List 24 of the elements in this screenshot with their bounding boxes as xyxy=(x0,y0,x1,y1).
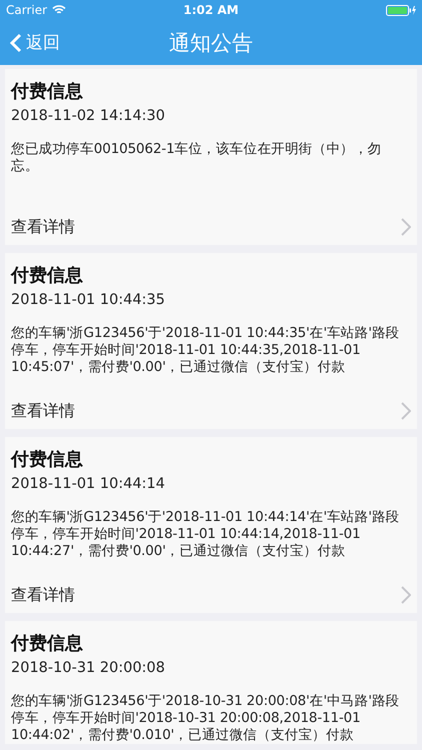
notice-date: 2018-11-01 10:44:35 xyxy=(11,291,165,309)
carrier-label: Carrier xyxy=(6,3,48,17)
details-link[interactable]: 查看详情 xyxy=(11,216,75,238)
notice-title: 付费信息 xyxy=(11,633,83,655)
notice-body: 您已成功停车00105062-1车位，该车位在开明街（中），勿忘。 xyxy=(11,141,383,176)
notice-body: 您的车辆'浙G123456'于'2018-11-01 10:44:35'在'车站路'路段停车，停车开始时间'2018-11-01 10:44:35,2018-11-01 10:45:07'，需付费'0.00'，已通过微信（支付宝）付款 xyxy=(11,325,400,376)
notice-title: 付费信息 xyxy=(11,265,83,287)
notice-title: 付费信息 xyxy=(11,449,83,471)
details-link[interactable]: 查看详情 xyxy=(11,584,75,606)
chevron-left-icon xyxy=(10,32,22,52)
notice-body: 您的车辆'浙G123456'于'2018-10-31 20:00:08'在'中马路'路段停车，停车开始时间'2018-10-31 20:00:08,2018-11-01 10:44:02'，需付费'0.010'，已通过微信（支付宝）付款 xyxy=(11,693,400,744)
wifi-icon xyxy=(52,5,66,15)
chevron-right-icon xyxy=(401,218,411,236)
notice-body: 您的车辆'浙G123456'于'2018-11-01 10:44:14'在'车站路'路段停车，停车开始时间'2018-11-01 10:44:14,2018-11-01 10:44:27'，需付费'0.00'，已通过微信（支付宝）付款 xyxy=(11,509,400,560)
notice-date: 2018-10-31 20:00:08 xyxy=(11,659,165,677)
notice-date: 2018-11-01 10:44:14 xyxy=(11,475,165,493)
status-time: 1:02 AM xyxy=(183,3,239,17)
battery-icon xyxy=(386,4,416,16)
notice-title: 付费信息 xyxy=(11,81,83,103)
details-link[interactable]: 查看详情 xyxy=(11,400,75,422)
chevron-right-icon xyxy=(401,586,411,604)
page-title: 通知公告 xyxy=(169,30,253,56)
notice-date: 2018-11-02 14:14:30 xyxy=(11,107,165,125)
chevron-right-icon xyxy=(401,402,411,420)
